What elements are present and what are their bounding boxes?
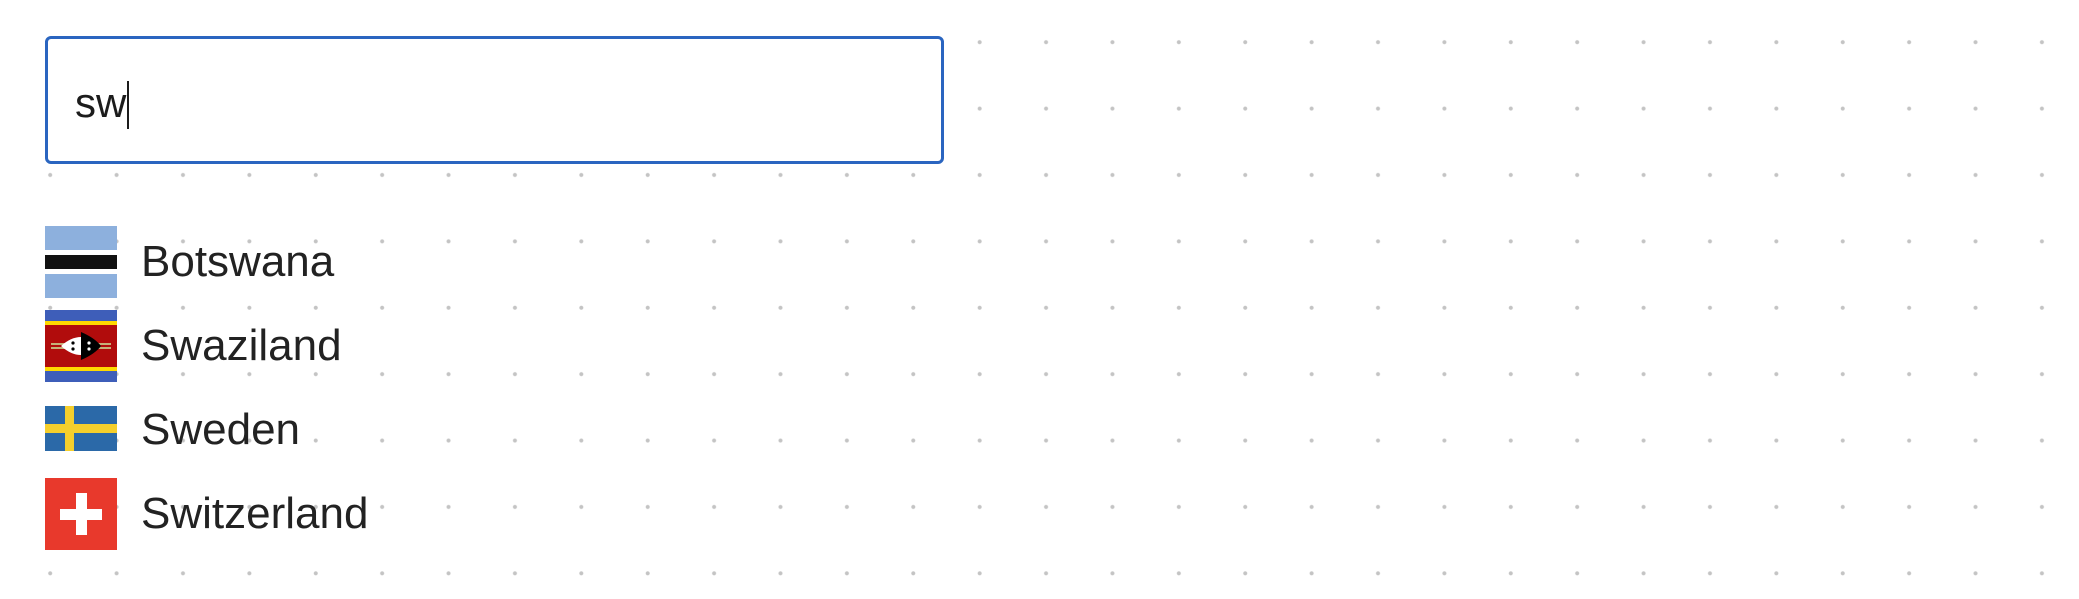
- botswana-flag-icon: [45, 226, 117, 298]
- suggestion-item-swaziland[interactable]: Swaziland: [45, 306, 445, 390]
- suggestion-item-sweden[interactable]: Sweden: [45, 390, 445, 474]
- switzerland-flag-icon: [45, 478, 117, 550]
- sweden-flag-icon: [45, 394, 117, 466]
- suggestion-item-botswana[interactable]: Botswana: [45, 222, 445, 306]
- swaziland-flag-icon: [45, 310, 117, 382]
- suggestion-list: Botswana Swaziland Sweden Switzerland: [45, 222, 445, 558]
- suggestion-label: Sweden: [141, 405, 301, 454]
- suggestion-label: Botswana: [141, 237, 335, 286]
- text-caret: [127, 81, 130, 129]
- suggestion-label: Swaziland: [141, 321, 342, 370]
- country-search-input[interactable]: sw: [45, 36, 944, 164]
- search-input-value: sw: [75, 78, 130, 129]
- suggestion-label: Switzerland: [141, 489, 369, 538]
- suggestion-item-switzerland[interactable]: Switzerland: [45, 474, 445, 558]
